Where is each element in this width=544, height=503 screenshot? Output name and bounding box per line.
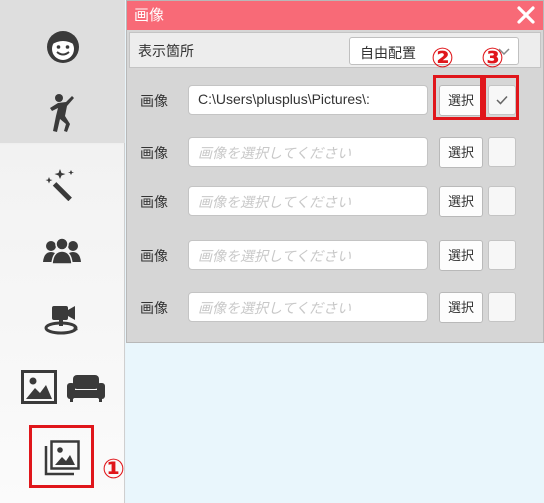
picture-icon[interactable] [21, 370, 57, 404]
dialog-title: 画像 [134, 7, 165, 24]
show-checkbox[interactable] [488, 137, 516, 167]
image-row: 画像 画像を選択してください 選択 [127, 133, 543, 173]
image-row: 画像 画像を選択してください 選択 [127, 288, 543, 328]
image-path-field[interactable]: 画像を選択してください [188, 186, 428, 216]
show-checkbox[interactable] [488, 292, 516, 322]
show-checkbox[interactable] [488, 240, 516, 270]
image-row: 画像 画像を選択してください 選択 [127, 182, 543, 222]
image-path-field[interactable]: 画像を選択してください [188, 292, 428, 322]
image-path-field[interactable]: 画像を選択してください [188, 137, 428, 167]
image-row-label: 画像 [140, 194, 168, 210]
sofa-icon[interactable] [67, 374, 105, 402]
select-image-button[interactable]: 選択 [439, 240, 483, 271]
image-path-field[interactable]: C:\Users\plusplus\Pictures\: [188, 85, 428, 115]
show-checkbox[interactable] [488, 186, 516, 216]
dialog-titlebar: 画像 [127, 1, 543, 30]
image-row-label: 画像 [140, 145, 168, 161]
image-row: 画像 画像を選択してください 選択 [127, 236, 543, 276]
image-path-field[interactable]: 画像を選択してください [188, 240, 428, 270]
people-group-icon[interactable] [43, 236, 81, 266]
annotation-marker-2: ② [431, 43, 454, 74]
display-position-row: 表示箇所 自由配置 [129, 32, 541, 68]
checkbox-highlight-frame [483, 75, 519, 120]
selection-highlight-frame [29, 425, 94, 488]
image-row-label: 画像 [140, 93, 168, 109]
annotation-marker-3: ③ [481, 43, 504, 74]
select-image-button[interactable]: 選択 [439, 292, 483, 323]
select-image-button[interactable]: 選択 [439, 186, 483, 217]
sidebar: ① [0, 0, 125, 503]
magic-wand-icon[interactable] [44, 167, 80, 201]
annotation-marker-1: ① [102, 454, 125, 485]
display-position-value: 自由配置 [360, 45, 416, 61]
select-button-highlight-frame [433, 75, 483, 120]
display-position-label: 表示箇所 [138, 43, 194, 59]
image-row-label: 画像 [140, 300, 168, 316]
smiley-face-icon[interactable] [45, 29, 81, 65]
select-image-button[interactable]: 選択 [439, 137, 483, 168]
dancing-person-icon[interactable] [48, 94, 78, 134]
image-row-label: 画像 [140, 248, 168, 264]
close-icon[interactable] [515, 4, 537, 26]
camera-360-icon[interactable] [43, 302, 81, 336]
